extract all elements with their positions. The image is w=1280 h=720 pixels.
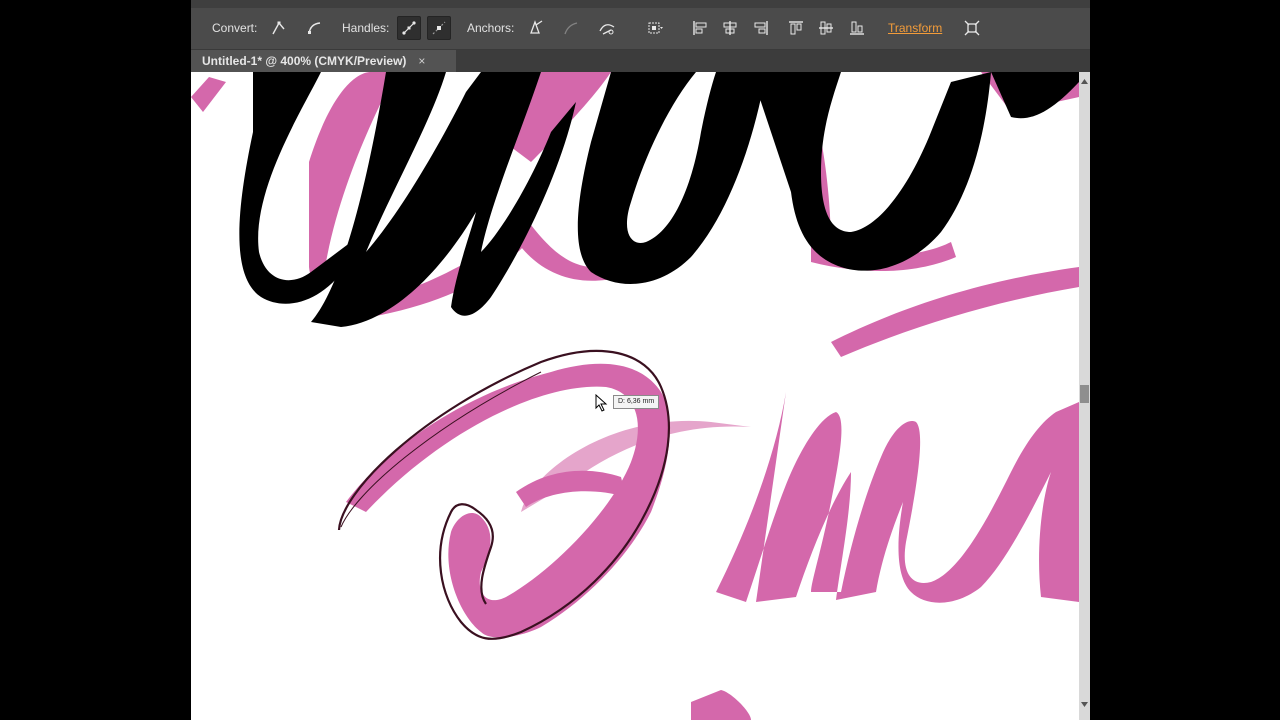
transform-link[interactable]: Transform [888,21,942,35]
align-center-button[interactable] [718,16,742,40]
handles-label: Handles: [342,21,390,35]
align-top-button[interactable] [784,16,808,40]
menu-strip [191,0,1090,8]
convert-corner-icon [272,21,285,35]
artboard-canvas[interactable]: D: 6,36 mm [191,72,1079,720]
control-bar: Convert: Handles: Anchors: Transform [191,0,1090,50]
align-to-button[interactable] [643,16,667,40]
cursor-arrow-icon [595,394,608,412]
align-middle-button[interactable] [814,16,838,40]
align-left-button[interactable] [688,16,712,40]
isolate-icon [964,20,980,36]
document-tab[interactable]: Untitled-1* @ 400% (CMYK/Preview) × [191,50,456,72]
align-bottom-button[interactable] [845,16,869,40]
isolate-button[interactable] [960,16,984,40]
scrollbar-thumb[interactable] [1080,385,1089,403]
convert-corner-button[interactable] [267,16,291,40]
connect-anchor-icon [564,22,578,35]
cut-path-button[interactable] [595,16,619,40]
remove-anchor-button[interactable] [523,16,547,40]
close-icon[interactable]: × [418,54,425,68]
document-tab-title: Untitled-1* @ 400% (CMYK/Preview) [202,54,407,68]
scroll-down-arrow-icon[interactable] [1079,698,1090,710]
convert-label: Convert: [212,21,258,35]
align-left-icon [693,21,707,35]
cut-path-icon [599,24,615,35]
show-handles-button[interactable] [397,16,421,40]
align-right-icon [754,21,768,35]
align-to-icon [648,22,663,34]
distance-tooltip: D: 6,36 mm [613,395,660,409]
remove-anchor-icon [530,20,543,34]
illustrator-window: Convert: Handles: Anchors: Transform Unt… [191,0,1090,720]
anchors-label: Anchors: [467,21,515,35]
vertical-scrollbar[interactable] [1079,72,1090,720]
align-middle-icon [819,21,833,35]
align-right-button[interactable] [749,16,773,40]
convert-smooth-icon [308,22,321,35]
show-handles-icon [402,21,416,35]
connect-anchor-button[interactable] [559,16,583,40]
document-tab-bar: Untitled-1* @ 400% (CMYK/Preview) × [191,50,1090,72]
hide-handles-icon [432,21,446,35]
align-bottom-icon [850,21,864,35]
convert-smooth-button[interactable] [302,16,326,40]
hide-handles-button[interactable] [427,16,451,40]
align-top-icon [789,21,803,35]
pink-lettering-bottom [346,267,1079,720]
scroll-up-arrow-icon[interactable] [1079,76,1090,88]
align-center-icon [723,21,737,35]
